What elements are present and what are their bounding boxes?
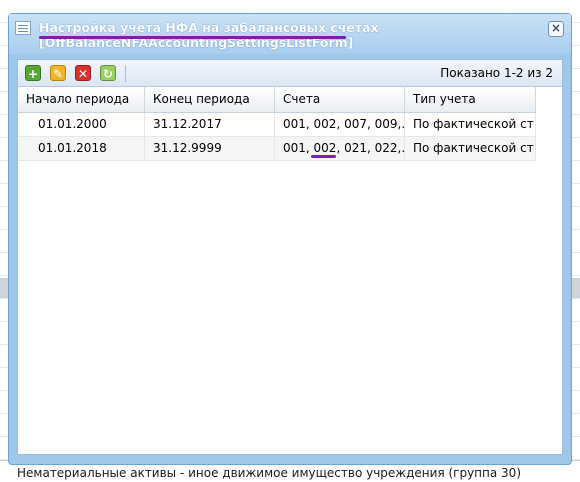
column-header-type[interactable]: Тип учета xyxy=(405,87,536,112)
toolbar: + ✎ ✕ ↻ Показано 1-2 из 2 xyxy=(18,60,562,87)
cell-start: 01.01.2000 xyxy=(18,113,145,136)
edit-icon[interactable]: ✎ xyxy=(50,65,66,81)
column-header-filler xyxy=(536,87,546,112)
window-list-icon xyxy=(15,21,31,35)
paging-info: Показано 1-2 из 2 xyxy=(440,66,553,80)
column-header-start[interactable]: Начало периода xyxy=(18,87,145,112)
settings-dialog: Настройка учета НФА на забалансовых счет… xyxy=(8,13,572,465)
cell-end: 31.12.2017 xyxy=(145,113,275,136)
settings-grid: Начало периода Конец периода Счета Тип у… xyxy=(18,87,562,161)
cell-accounts: 001, 002, 007, 009,... xyxy=(275,113,405,136)
toolbar-separator xyxy=(125,65,126,82)
cell-accounts: 001, 002, 021, 022,... xyxy=(275,137,405,160)
title-annotation-underline xyxy=(39,36,346,39)
grid-panel: + ✎ ✕ ↻ Показано 1-2 из 2 Начало периода… xyxy=(17,59,563,455)
delete-icon[interactable]: ✕ xyxy=(75,65,91,81)
refresh-icon[interactable]: ↻ xyxy=(100,65,116,81)
table-row[interactable]: 01.01.2000 31.12.2017 001, 002, 007, 009… xyxy=(18,113,536,137)
add-icon[interactable]: + xyxy=(25,65,41,81)
cell-start: 01.01.2018 xyxy=(18,137,145,160)
account-annotation-underline xyxy=(311,155,336,158)
cell-end: 31.12.9999 xyxy=(145,137,275,160)
dialog-title: Настройка учета НФА на забалансовых счет… xyxy=(39,20,379,50)
column-header-accounts[interactable]: Счета xyxy=(275,87,405,112)
column-header-end[interactable]: Конец периода xyxy=(145,87,275,112)
close-button[interactable]: × xyxy=(548,21,564,37)
footer-text: Нематериальные активы - иное движимое им… xyxy=(17,466,521,480)
grid-header: Начало периода Конец периода Счета Тип у… xyxy=(18,87,536,113)
dialog-titlebar[interactable]: Настройка учета НФА на забалансовых счет… xyxy=(9,14,571,54)
cell-type: По фактической ст... xyxy=(405,137,536,160)
table-row[interactable]: 01.01.2018 31.12.9999 001, 002, 021, 022… xyxy=(18,137,536,161)
cell-type: По фактической ст... xyxy=(405,113,536,136)
